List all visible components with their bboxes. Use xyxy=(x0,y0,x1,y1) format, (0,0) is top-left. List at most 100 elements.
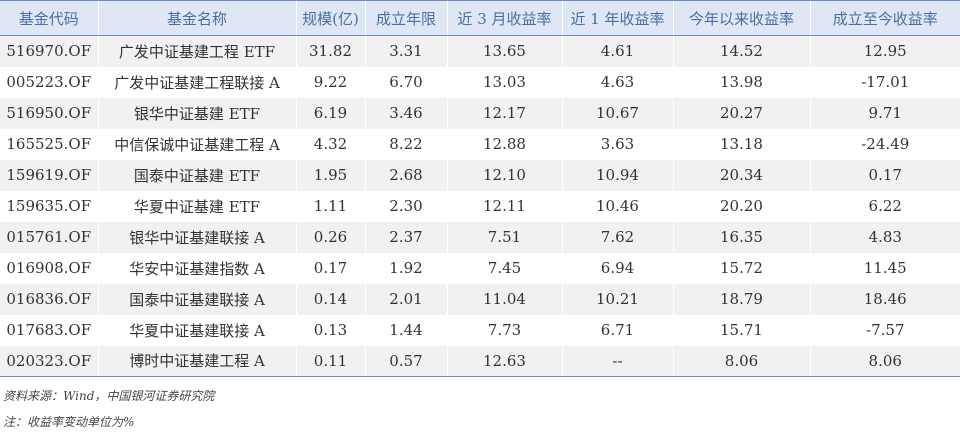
table-cell: 8.06 xyxy=(809,345,960,377)
table-cell: 12.95 xyxy=(809,35,960,67)
table-cell: 4.83 xyxy=(809,221,960,253)
table-cell: 10.21 xyxy=(561,283,673,315)
column-header: 规模(亿) xyxy=(295,0,365,36)
table-cell: 516950.OF xyxy=(0,97,98,129)
table-cell: 1.44 xyxy=(364,314,447,346)
table-cell: 中信保诚中证基建工程 A xyxy=(97,128,296,160)
table-row: 165525.OF 中信保诚中证基建工程 A 4.32 8.22 12.88 3.63 13… xyxy=(0,128,960,160)
table-cell: 12.17 xyxy=(446,97,562,129)
table-cell: -17.01 xyxy=(809,66,960,98)
table-cell: 0.17 xyxy=(295,252,365,284)
table-cell: 12.11 xyxy=(446,190,562,222)
table-row: 017683.OF 华夏中证基建联接 A 0.13 1.44 7.73 6.71 15.71… xyxy=(0,314,960,346)
table-row: 016908.OF 华安中证基建指数 A 0.17 1.92 7.45 6.94 15.72… xyxy=(0,252,960,284)
table-cell: 7.62 xyxy=(561,221,673,253)
table-cell: 2.30 xyxy=(364,190,447,222)
table-cell: 20.20 xyxy=(672,190,810,222)
table-cell: 6.94 xyxy=(561,252,673,284)
table-cell: 6.70 xyxy=(364,66,447,98)
table-cell: 3.63 xyxy=(561,128,673,160)
table-cell: 10.94 xyxy=(561,159,673,191)
column-header: 近 3 月收益率 xyxy=(446,0,562,36)
table-cell: 华安中证基建指数 A xyxy=(97,252,296,284)
table-cell: 3.46 xyxy=(364,97,447,129)
table-cell: 13.98 xyxy=(672,66,810,98)
table-cell: 银华中证基建 ETF xyxy=(97,97,296,129)
table-cell: 1.95 xyxy=(295,159,365,191)
table-cell: 16.35 xyxy=(672,221,810,253)
table-cell: 0.17 xyxy=(809,159,960,191)
table-cell: 159635.OF xyxy=(0,190,98,222)
table-cell: 华夏中证基建联接 A xyxy=(97,314,296,346)
column-header: 成立年限 xyxy=(364,0,447,36)
fund-table-container: 基金代码 基金名称 规模(亿) 成立年限近 3 月收益率近 1 年收益率 今年以来收益率… xyxy=(0,0,960,377)
table-cell: 4.63 xyxy=(561,66,673,98)
table-cell: 7.45 xyxy=(446,252,562,284)
table-cell: 10.46 xyxy=(561,190,673,222)
table-cell: -7.57 xyxy=(809,314,960,346)
table-cell: 博时中证基建工程 A xyxy=(97,345,296,377)
table-cell: 3.31 xyxy=(364,35,447,67)
table-cell: 159619.OF xyxy=(0,159,98,191)
table-row: 159619.OF 国泰中证基建 ETF 1.95 2.68 12.10 10.94 20.… xyxy=(0,159,960,191)
table-cell: 0.26 xyxy=(295,221,365,253)
table-cell: 国泰中证基建 ETF xyxy=(97,159,296,191)
table-cell: 7.51 xyxy=(446,221,562,253)
table-cell: 华夏中证基建 ETF xyxy=(97,190,296,222)
table-cell: 4.32 xyxy=(295,128,365,160)
table-cell: -24.49 xyxy=(809,128,960,160)
table-cell: 10.67 xyxy=(561,97,673,129)
table-cell: 015761.OF xyxy=(0,221,98,253)
table-cell: 12.10 xyxy=(446,159,562,191)
column-header: 基金代码 xyxy=(0,0,98,36)
column-header: 成立至今收益率 xyxy=(809,0,960,36)
table-cell: 2.68 xyxy=(364,159,447,191)
table-cell: 1.11 xyxy=(295,190,365,222)
table-cell: 31.82 xyxy=(295,35,365,67)
table-cell: 11.04 xyxy=(446,283,562,315)
table-cell: 1.92 xyxy=(364,252,447,284)
table-cell: 18.79 xyxy=(672,283,810,315)
table-cell: 银华中证基建联接 A xyxy=(97,221,296,253)
table-cell: 14.52 xyxy=(672,35,810,67)
column-header: 今年以来收益率 xyxy=(672,0,810,36)
table-cell: 国泰中证基建联接 A xyxy=(97,283,296,315)
table-cell: 8.06 xyxy=(672,345,810,377)
table-cell: 4.61 xyxy=(561,35,673,67)
column-header: 近 1 年收益率 xyxy=(561,0,673,36)
source-note: 资料来源：Wind，中国银河证券研究院 xyxy=(3,389,215,403)
table-row: 516970.OF 广发中证基建工程 ETF 31.82 3.31 13.65 4.61 1… xyxy=(0,35,960,67)
table-row: 015761.OF 银华中证基建联接 A 0.26 2.37 7.51 7.62 16.35… xyxy=(0,221,960,253)
table-cell: 165525.OF xyxy=(0,128,98,160)
table-cell: 广发中证基建工程 ETF xyxy=(97,35,296,67)
table-row: 159635.OF 华夏中证基建 ETF 1.11 2.30 12.11 10.46 20.… xyxy=(0,190,960,222)
table-cell: 0.14 xyxy=(295,283,365,315)
table-cell: 9.22 xyxy=(295,66,365,98)
unit-note: 注：收益率变动单位为% xyxy=(3,415,135,429)
table-cell: -- xyxy=(561,345,673,377)
table-row: 005223.OF 广发中证基建工程联接 A 9.22 6.70 13.03 4.63 13… xyxy=(0,66,960,98)
table-cell: 2.01 xyxy=(364,283,447,315)
table-row: 516950.OF 银华中证基建 ETF 6.19 3.46 12.17 10.67 20.… xyxy=(0,97,960,129)
table-cell: 016836.OF xyxy=(0,283,98,315)
table-cell: 20.34 xyxy=(672,159,810,191)
table-cell: 15.72 xyxy=(672,252,810,284)
table-cell: 6.71 xyxy=(561,314,673,346)
table-cell: 13.65 xyxy=(446,35,562,67)
table-cell: 0.57 xyxy=(364,345,447,377)
table-header-row: 基金代码 基金名称 规模(亿) 成立年限近 3 月收益率近 1 年收益率 今年以来收益率… xyxy=(0,0,960,36)
table-cell: 13.03 xyxy=(446,66,562,98)
table-body: 516970.OF 广发中证基建工程 ETF 31.82 3.31 13.65 4.61 1… xyxy=(0,35,960,377)
fund-table: 基金代码 基金名称 规模(亿) 成立年限近 3 月收益率近 1 年收益率 今年以来收益率… xyxy=(0,0,960,377)
table-cell: 6.22 xyxy=(809,190,960,222)
table-cell: 005223.OF xyxy=(0,66,98,98)
table-cell: 016908.OF xyxy=(0,252,98,284)
table-cell: 020323.OF xyxy=(0,345,98,377)
table-cell: 15.71 xyxy=(672,314,810,346)
table-cell: 017683.OF xyxy=(0,314,98,346)
table-cell: 20.27 xyxy=(672,97,810,129)
table-cell: 2.37 xyxy=(364,221,447,253)
table-cell: 6.19 xyxy=(295,97,365,129)
table-row: 020323.OF 博时中证基建工程 A 0.11 0.57 12.63 -- 8.06 8.… xyxy=(0,345,960,377)
table-cell: 7.73 xyxy=(446,314,562,346)
